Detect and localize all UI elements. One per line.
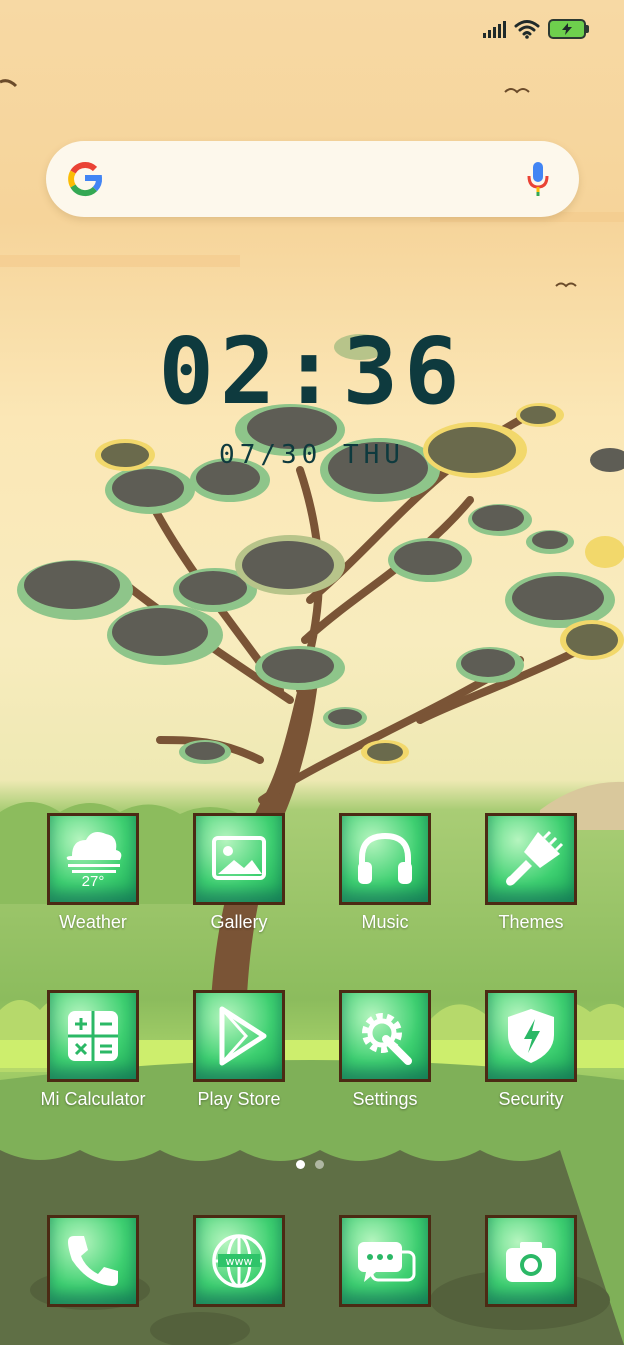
page-indicator[interactable]: [296, 1160, 324, 1169]
app-music[interactable]: Music: [312, 813, 458, 933]
page-dot[interactable]: [315, 1160, 324, 1169]
dock-browser[interactable]: www: [166, 1215, 312, 1307]
calculator-icon: [47, 990, 139, 1082]
microphone-icon[interactable]: [527, 161, 549, 197]
weather-temperature: 27°: [81, 873, 105, 890]
clock-time[interactable]: 02:36: [0, 318, 624, 425]
wifi-icon: [514, 20, 540, 39]
page-dot-active[interactable]: [296, 1160, 305, 1169]
app-label: Music: [361, 912, 409, 932]
dock-camera[interactable]: [458, 1215, 604, 1307]
gallery-icon: [193, 813, 285, 905]
headphones-icon: [339, 813, 431, 905]
app-weather[interactable]: 27° Weather: [20, 813, 166, 933]
messaging-icon: [339, 1215, 431, 1307]
phone-icon: [47, 1215, 139, 1307]
app-label: Weather: [59, 912, 127, 932]
app-security[interactable]: Security: [458, 990, 604, 1110]
app-gallery[interactable]: Gallery: [166, 813, 312, 933]
dock-phone[interactable]: [20, 1215, 166, 1307]
app-label: Play Store: [197, 1089, 281, 1109]
dock-messaging[interactable]: [312, 1215, 458, 1307]
app-themes[interactable]: Themes: [458, 813, 604, 933]
clock-date[interactable]: 07/30 THU: [0, 440, 624, 470]
app-label: Gallery: [210, 912, 268, 932]
signal-icon: [483, 20, 506, 38]
camera-icon: [485, 1215, 577, 1307]
browser-globe-icon: www: [193, 1215, 285, 1307]
app-label: Security: [498, 1089, 564, 1109]
home-screen: 02:36 07/30 THU 27° Weather Gallery Musi…: [0, 0, 624, 1345]
search-input[interactable]: [126, 159, 509, 201]
app-play-store[interactable]: Play Store: [166, 990, 312, 1110]
app-settings[interactable]: Settings: [312, 990, 458, 1110]
security-shield-icon: [485, 990, 577, 1082]
status-bar: [483, 16, 589, 42]
battery-charging-icon: [548, 19, 589, 39]
app-label: Themes: [498, 912, 564, 932]
app-label: Mi Calculator: [40, 1089, 146, 1109]
app-mi-calculator[interactable]: Mi Calculator: [20, 990, 166, 1110]
google-logo: [68, 162, 102, 197]
settings-gear-icon: [339, 990, 431, 1082]
paintbrush-icon: [485, 813, 577, 905]
svg-text:www: www: [226, 1255, 253, 1268]
google-search-bar[interactable]: [46, 141, 579, 217]
weather-icon: 27°: [47, 813, 139, 905]
app-label: Settings: [352, 1089, 418, 1109]
play-store-icon: [193, 990, 285, 1082]
